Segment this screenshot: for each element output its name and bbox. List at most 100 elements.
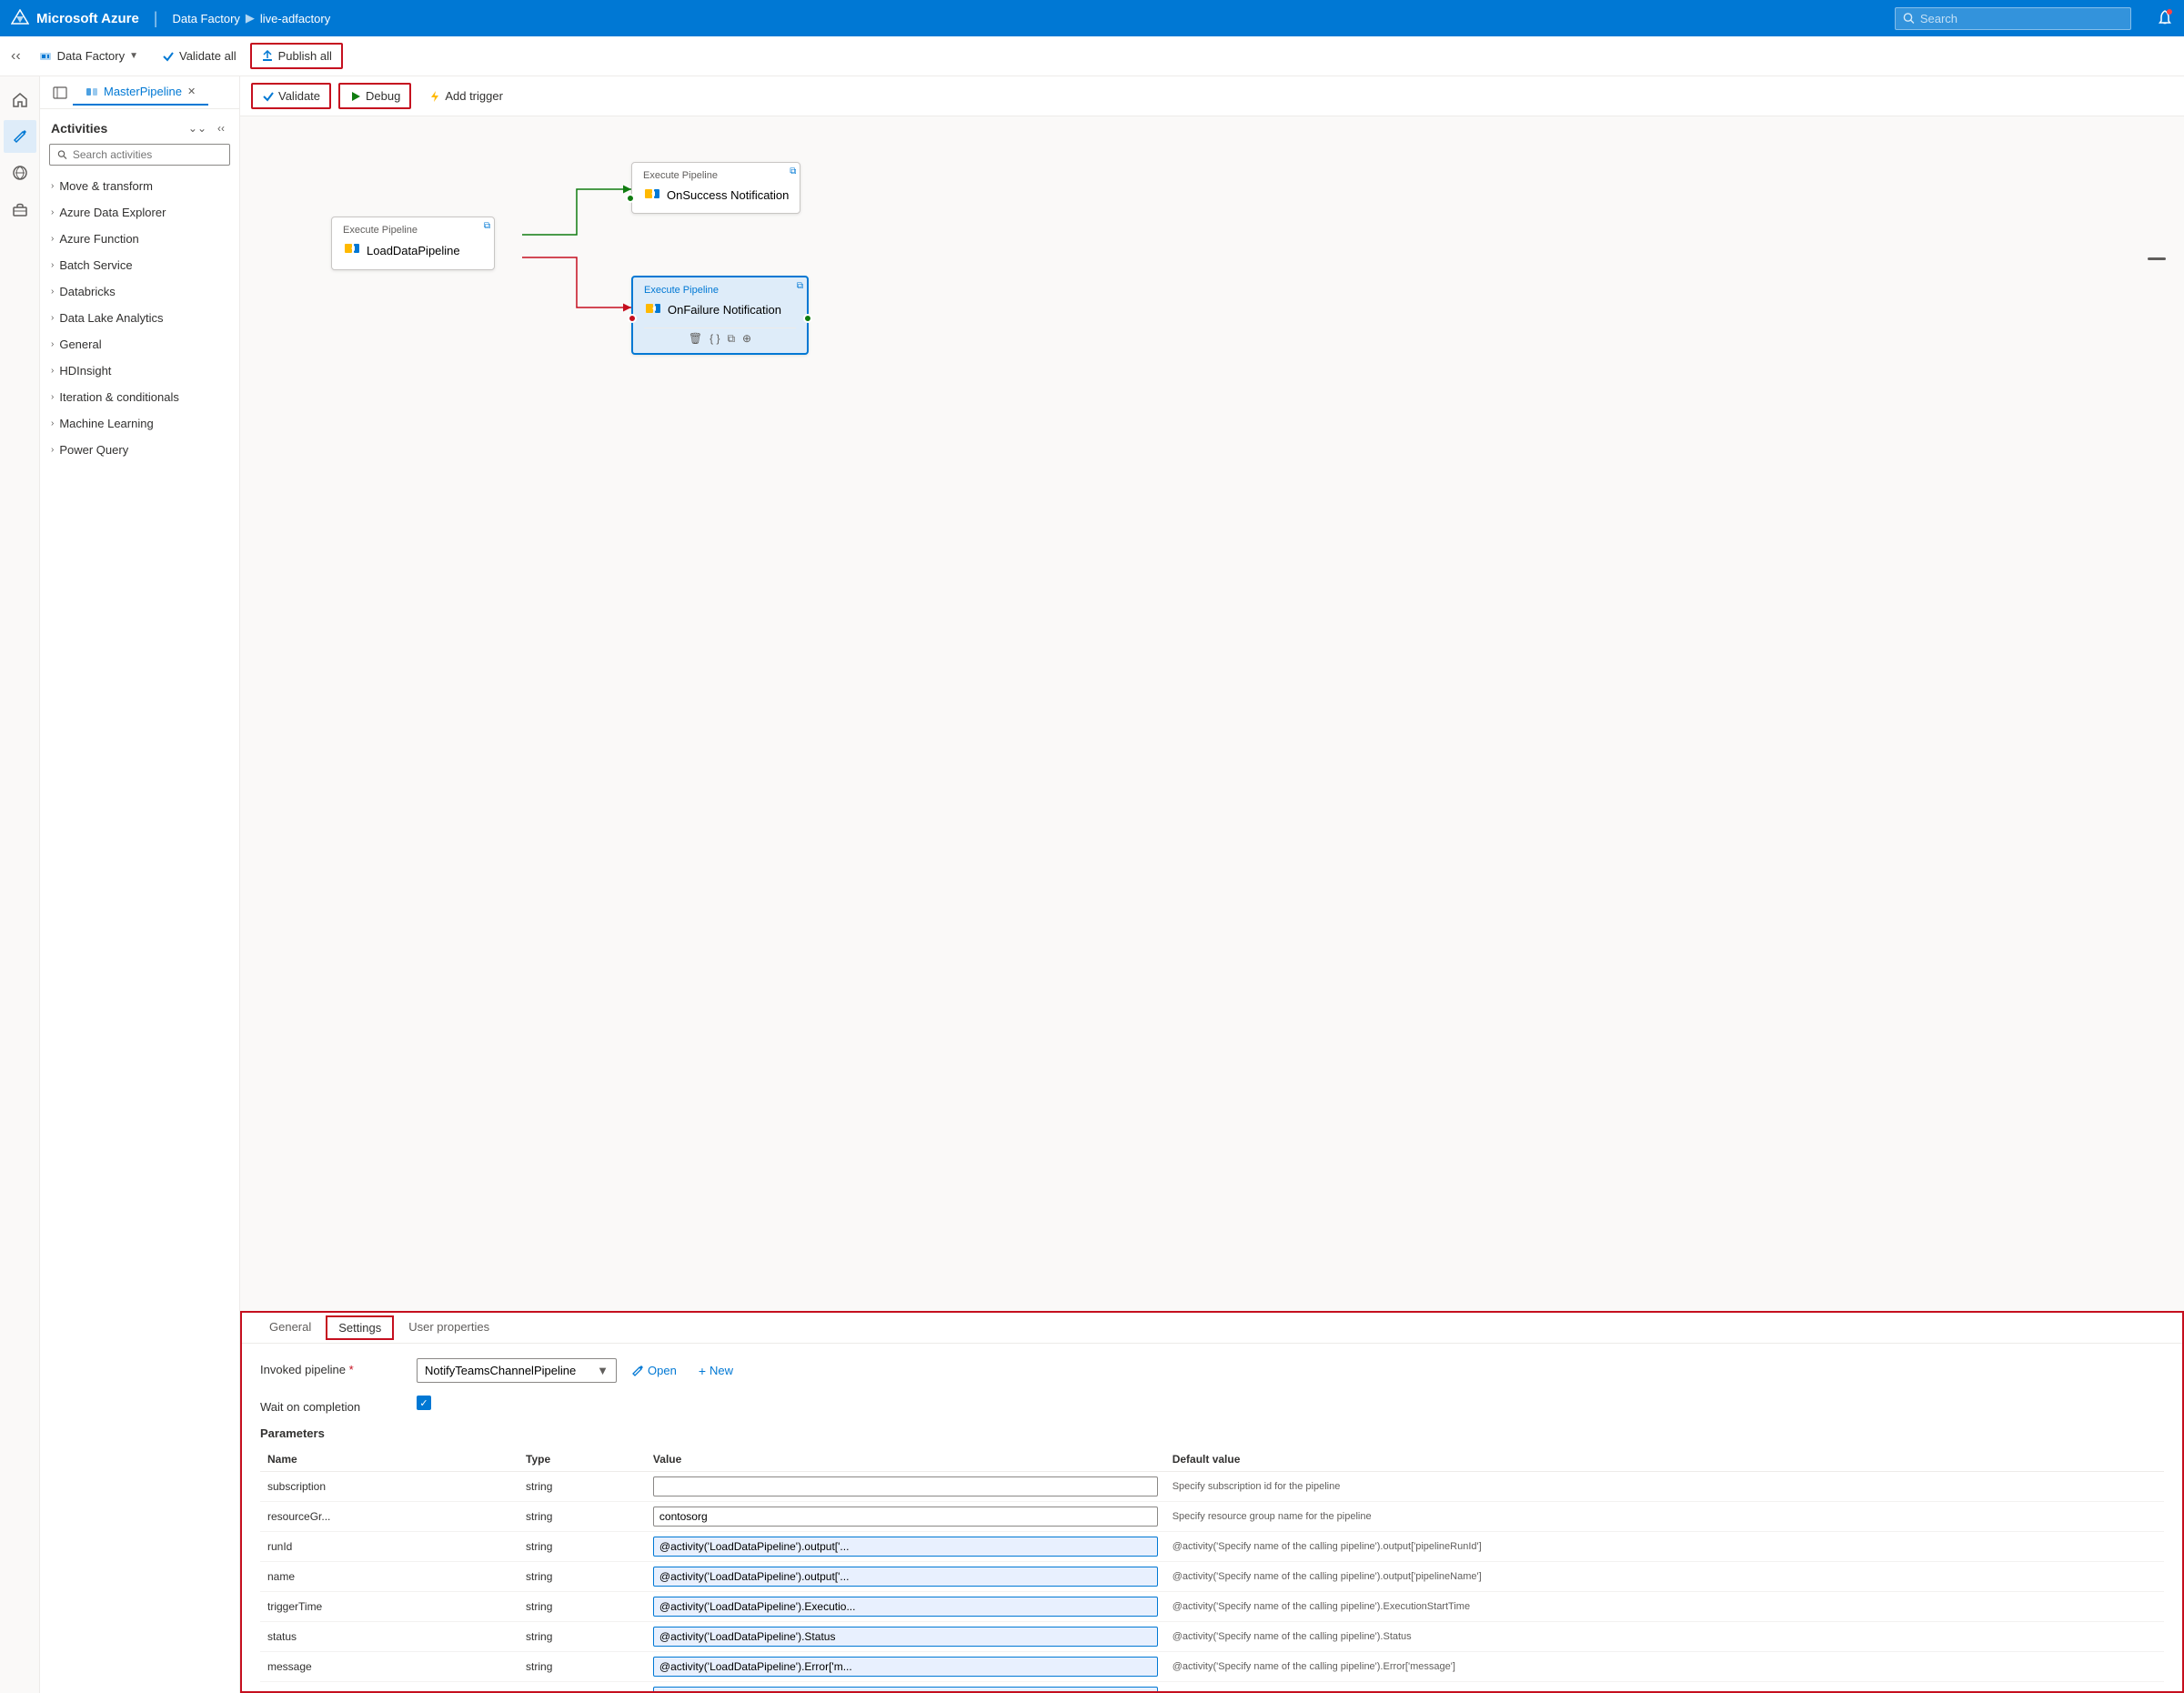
notification-icon[interactable]: [2157, 9, 2173, 28]
tab-close-btn[interactable]: ✕: [187, 86, 196, 97]
search-bar[interactable]: [1895, 7, 2131, 30]
activities-expand-btn[interactable]: ‹‹: [214, 118, 228, 138]
param-value[interactable]: [646, 1502, 1165, 1532]
activity-chevron: ›: [51, 339, 54, 349]
on-failure-link[interactable]: ⧉: [797, 281, 803, 291]
on-success-node[interactable]: Execute Pipeline OnSuccess Notification …: [631, 162, 800, 214]
activity-item[interactable]: › Move & transform: [40, 173, 239, 199]
invoked-pipeline-row: Invoked pipeline * NotifyTeamsChannelPip…: [260, 1358, 2164, 1383]
home-icon-btn[interactable]: [4, 84, 36, 116]
pipeline-canvas: Execute Pipeline LoadDataPipeline ⧉ Exec…: [240, 116, 2184, 1311]
param-type: string: [518, 1652, 646, 1682]
param-value-input[interactable]: [653, 1537, 1158, 1557]
on-failure-node[interactable]: Execute Pipeline OnFailure Notification …: [631, 276, 809, 355]
param-value-input[interactable]: [653, 1627, 1158, 1647]
debug-button[interactable]: Debug: [338, 83, 411, 109]
param-value-input[interactable]: [653, 1687, 1158, 1691]
activity-item[interactable]: › Azure Function: [40, 226, 239, 252]
data-factory-button[interactable]: Data Factory ▼: [28, 44, 148, 69]
tab-settings[interactable]: Settings: [326, 1315, 394, 1340]
copy-action[interactable]: ⧉: [727, 332, 735, 346]
load-data-link[interactable]: ⧉: [484, 221, 490, 231]
activities-search-input[interactable]: [73, 148, 222, 161]
param-value-input[interactable]: [653, 1476, 1158, 1496]
pipeline-dropdown[interactable]: NotifyTeamsChannelPipeline ▼: [417, 1358, 617, 1383]
activity-item[interactable]: › HDInsight: [40, 358, 239, 384]
param-name: executionEn...: [260, 1682, 518, 1692]
activity-item[interactable]: › Azure Data Explorer: [40, 199, 239, 226]
activity-item[interactable]: › Iteration & conditionals: [40, 384, 239, 410]
validate-button[interactable]: Validate: [251, 83, 331, 109]
add-trigger-button[interactable]: Add trigger: [418, 84, 513, 108]
canvas-area: Validate Debug Add trigger: [240, 76, 2184, 1693]
minimize-bar[interactable]: [2148, 257, 2166, 260]
param-value[interactable]: [646, 1472, 1165, 1502]
pipeline-icon: [86, 86, 98, 98]
master-pipeline-tab[interactable]: MasterPipeline ✕: [73, 79, 208, 106]
activity-label: Azure Function: [59, 232, 138, 246]
pencil-icon-btn[interactable]: [4, 120, 36, 153]
param-default: @activity('Specify name of the calling p…: [1165, 1652, 2164, 1682]
open-button[interactable]: Open: [624, 1360, 684, 1381]
manage-icon-btn[interactable]: [4, 193, 36, 226]
expand-action[interactable]: ⊕: [742, 332, 751, 346]
tab-bar-expand[interactable]: [47, 80, 73, 106]
load-data-node[interactable]: Execute Pipeline LoadDataPipeline ⧉: [331, 217, 495, 270]
new-button[interactable]: + New: [691, 1360, 740, 1382]
azure-icon: [11, 9, 29, 27]
param-value[interactable]: [646, 1622, 1165, 1652]
activities-header: Activities ⌄⌄ ‹‹: [40, 109, 239, 144]
param-type: string: [518, 1562, 646, 1592]
play-icon: [349, 90, 362, 103]
activity-item[interactable]: › Machine Learning: [40, 410, 239, 437]
param-value-input[interactable]: [653, 1507, 1158, 1527]
activity-chevron: ›: [51, 392, 54, 402]
param-value[interactable]: [646, 1592, 1165, 1622]
activity-item[interactable]: › Data Lake Analytics: [40, 305, 239, 331]
param-name: runId: [260, 1532, 518, 1562]
pencil-small-icon: [631, 1365, 644, 1377]
param-value-input[interactable]: [653, 1567, 1158, 1587]
nav-factory[interactable]: live-adfactory: [260, 12, 330, 25]
wait-completion-checkbox[interactable]: ✓: [417, 1396, 431, 1410]
param-value[interactable]: [646, 1652, 1165, 1682]
lightning-icon: [428, 90, 441, 103]
search-icon: [1903, 12, 1915, 25]
activity-label: Machine Learning: [59, 417, 153, 430]
params-tbody: subscription string Specify subscription…: [260, 1472, 2164, 1692]
collapse-button[interactable]: ‹‹: [7, 45, 25, 68]
param-default: @activity('Specify name of the calling p…: [1165, 1622, 2164, 1652]
param-value[interactable]: [646, 1682, 1165, 1692]
home-icon: [12, 92, 28, 108]
nav-path: Data Factory ▶ live-adfactory: [172, 11, 330, 25]
param-value-input[interactable]: [653, 1597, 1158, 1617]
activities-list: › Move & transform › Azure Data Explorer…: [40, 173, 239, 1693]
code-action[interactable]: { }: [710, 332, 720, 346]
tab-general[interactable]: General: [257, 1313, 324, 1343]
settings-tabs: General Settings User properties: [242, 1313, 2182, 1344]
validate-all-button[interactable]: Validate all: [152, 44, 247, 68]
activity-label: Data Lake Analytics: [59, 311, 163, 325]
activity-label: Power Query: [59, 443, 128, 457]
table-row: name string @activity('Specify name of t…: [260, 1562, 2164, 1592]
search-input[interactable]: [1920, 12, 2105, 25]
monitor-icon-btn[interactable]: [4, 156, 36, 189]
activity-item[interactable]: › Power Query: [40, 437, 239, 463]
activities-collapse-btn[interactable]: ⌄⌄: [185, 118, 210, 138]
param-type: string: [518, 1682, 646, 1692]
activities-search[interactable]: [49, 144, 230, 166]
nav-app[interactable]: Data Factory: [172, 12, 239, 25]
param-value-input[interactable]: [653, 1657, 1158, 1677]
param-value[interactable]: [646, 1532, 1165, 1562]
param-value[interactable]: [646, 1562, 1165, 1592]
validate-icon: [262, 90, 275, 103]
main-toolbar: ‹‹ Data Factory ▼ Validate all Publish a…: [0, 36, 2184, 76]
tab-user-properties[interactable]: User properties: [396, 1313, 502, 1343]
delete-action[interactable]: 🗑: [689, 332, 702, 346]
activity-chevron: ›: [51, 234, 54, 244]
on-success-link[interactable]: ⧉: [790, 166, 796, 176]
activity-item[interactable]: › Batch Service: [40, 252, 239, 278]
activity-item[interactable]: › Databricks: [40, 278, 239, 305]
activity-item[interactable]: › General: [40, 331, 239, 358]
publish-all-button[interactable]: Publish all: [250, 43, 343, 69]
